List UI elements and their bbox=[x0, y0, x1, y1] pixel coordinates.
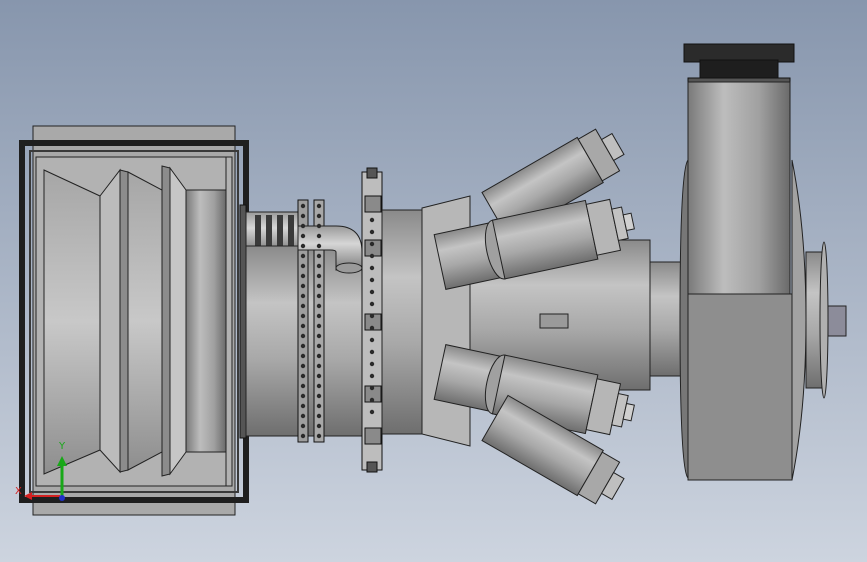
turbine-assembly-model[interactable] bbox=[0, 0, 867, 562]
triad-y-label: Y bbox=[59, 441, 66, 452]
inlet-box[interactable] bbox=[19, 125, 249, 516]
triad-x-label: X bbox=[15, 486, 22, 497]
cad-viewport[interactable]: X Y bbox=[0, 0, 867, 562]
